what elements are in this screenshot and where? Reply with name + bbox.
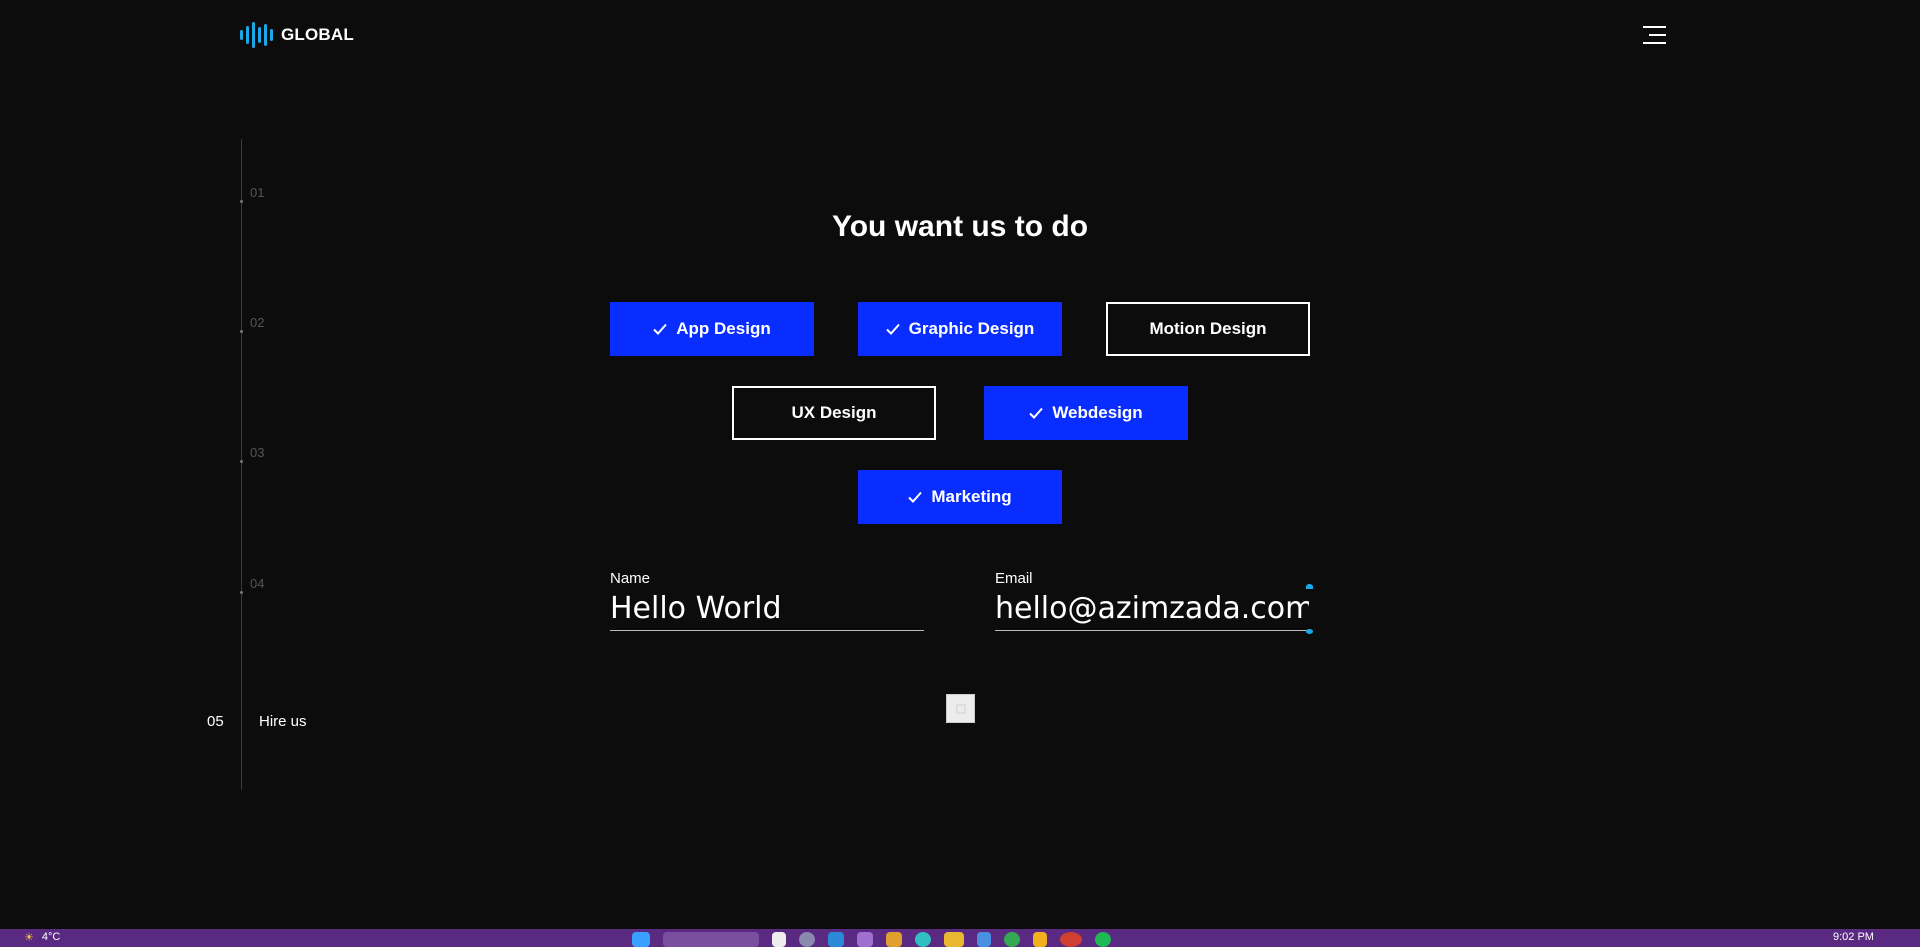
name-field: Name: [610, 570, 924, 631]
step-number: 01: [250, 184, 265, 200]
logo-text: GLOBAL: [281, 25, 354, 44]
step-dot: [240, 200, 243, 203]
option-label: Motion Design: [1149, 319, 1267, 338]
step-dot: [240, 330, 243, 333]
search-bar[interactable]: [663, 932, 759, 947]
check-icon: [1029, 407, 1044, 419]
app-icon[interactable]: [799, 932, 815, 947]
hamburger-line: [1649, 34, 1666, 36]
weather-icon: ☀: [24, 932, 34, 944]
chrome-icon[interactable]: [1004, 932, 1020, 947]
app-icon[interactable]: [1033, 932, 1047, 947]
option-label: UX Design: [791, 403, 877, 422]
email-input[interactable]: [995, 591, 1309, 631]
option-motion-design[interactable]: Motion Design: [1106, 302, 1310, 356]
step-dot: [240, 591, 243, 594]
hamburger-menu-button[interactable]: [1643, 26, 1666, 44]
hamburger-line: [1643, 26, 1666, 28]
step-number: 04: [250, 575, 265, 591]
step-dot: [240, 460, 243, 463]
grammar-check-icon[interactable]: [1306, 584, 1313, 589]
clock[interactable]: 9:02 PM: [1833, 931, 1874, 943]
grammar-check-icon[interactable]: [1306, 629, 1313, 634]
app-icon[interactable]: [977, 932, 991, 947]
option-marketing[interactable]: Marketing: [858, 470, 1062, 524]
active-step-label[interactable]: Hire us: [259, 713, 307, 730]
check-icon: [653, 323, 668, 335]
spotify-icon[interactable]: [1095, 932, 1111, 947]
email-field: Email: [995, 570, 1309, 631]
check-icon: [908, 491, 923, 503]
hamburger-line: [1643, 42, 1666, 44]
weather-widget[interactable]: ☀ 4°C: [24, 931, 60, 944]
option-graphic-design[interactable]: Graphic Design: [858, 302, 1062, 356]
option-label: Webdesign: [1052, 403, 1143, 422]
windows-start-icon[interactable]: [632, 932, 650, 947]
edge-icon[interactable]: [828, 932, 844, 947]
option-label: App Design: [676, 319, 771, 338]
temperature: 4°C: [41, 931, 61, 943]
option-webdesign[interactable]: Webdesign: [984, 386, 1188, 440]
taskbar-apps: [632, 932, 1111, 947]
visual-studio-icon[interactable]: [857, 932, 873, 947]
option-ux-design[interactable]: UX Design: [732, 386, 936, 440]
option-app-design[interactable]: App Design: [610, 302, 814, 356]
chrome-canary-icon[interactable]: [1060, 932, 1082, 947]
name-input[interactable]: [610, 591, 924, 631]
active-step-number[interactable]: 05: [207, 713, 224, 730]
name-label: Name: [610, 570, 651, 587]
option-label: Graphic Design: [908, 319, 1035, 338]
app-icon[interactable]: [915, 932, 931, 947]
submit-icon: [955, 703, 966, 714]
logo-waveform-icon: [240, 22, 273, 48]
step-number: 02: [250, 314, 265, 330]
check-icon: [885, 323, 900, 335]
os-taskbar: ☀ 4°C 9:02 PM: [0, 929, 1920, 947]
section-title: You want us to do: [831, 210, 1089, 243]
app-icon[interactable]: [886, 932, 902, 947]
logo[interactable]: GLOBAL: [240, 22, 354, 48]
submit-button[interactable]: [946, 694, 975, 723]
email-label: Email: [995, 570, 1033, 587]
file-icon[interactable]: [772, 932, 786, 947]
page: GLOBAL 01 02 03 04 05 Hire us You want u…: [0, 0, 1920, 947]
step-number: 03: [250, 444, 265, 460]
folder-icon[interactable]: [944, 932, 964, 947]
option-label: Marketing: [931, 487, 1012, 506]
